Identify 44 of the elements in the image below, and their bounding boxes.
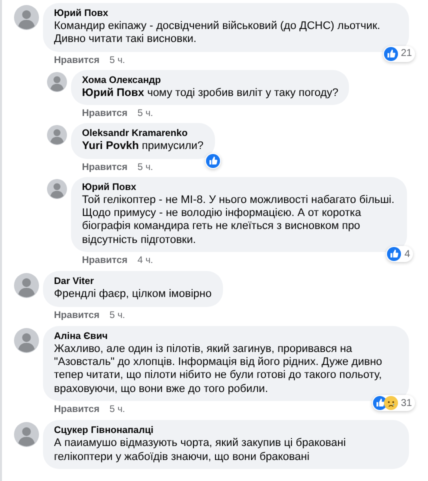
timestamp[interactable]: 5 ч.	[137, 162, 154, 174]
timestamp[interactable]: 5 ч.	[109, 404, 126, 416]
reaction-count: 31	[400, 398, 412, 409]
like-link[interactable]: Нравится	[82, 162, 128, 174]
sad-icon	[384, 396, 398, 410]
reaction-badge[interactable]	[204, 152, 221, 169]
like-link[interactable]: Нравится	[54, 54, 100, 67]
comment-text: А паиамушо відмазують чорта, який закупив ці браковані гелікоптери у жабоїдів знаючи, що вони браковані	[54, 437, 347, 464]
like-link[interactable]: Нравится	[82, 255, 128, 268]
avatar[interactable]	[47, 178, 67, 199]
comment-text: Френдлі фаєр, цілком імовірно	[54, 288, 212, 302]
comment-text: Командир екіпажу - досвідчений військовий (до ДСНС) льотчик. Дивно читати такі висновки.	[54, 20, 382, 47]
like-link[interactable]: Нравится	[54, 310, 100, 322]
comment-text: Yuri Povkh примусили?	[82, 140, 204, 154]
like-icon	[206, 154, 220, 168]
like-link[interactable]: Нравится	[54, 404, 100, 416]
timestamp[interactable]: 5 ч.	[109, 310, 126, 322]
avatar[interactable]	[47, 72, 67, 92]
author-name[interactable]: Dar Viter	[54, 275, 212, 288]
author-name[interactable]: Аліна Євич	[54, 330, 398, 343]
comment-text: Той гелікоптер - не МІ-8. У нього можливості набагато більші. Щодо примусу - не володію інформацією. А от коротка біографія командира геть не клеїться з висновком про відсутність підготовки.	[82, 194, 396, 248]
avatar[interactable]	[14, 422, 39, 448]
reaction-badge[interactable]: 31	[372, 395, 415, 412]
author-name[interactable]: Юрий Повх	[82, 180, 396, 194]
like-icon	[384, 46, 398, 61]
reaction-badge[interactable]: 4	[386, 246, 413, 262]
author-name[interactable]: Хома Олександр	[82, 74, 338, 87]
timestamp[interactable]: 5 ч.	[137, 108, 154, 120]
avatar[interactable]	[14, 328, 39, 353]
avatar[interactable]	[14, 5, 39, 30]
like-icon	[387, 247, 402, 262]
avatar[interactable]	[14, 273, 39, 298]
author-name[interactable]: Юрий Повх	[54, 7, 398, 20]
reaction-count: 21	[400, 48, 412, 60]
timestamp[interactable]: 5 ч.	[109, 54, 126, 67]
author-name[interactable]: Oleksandr Kramarenko	[82, 127, 204, 140]
comment-text: Жахливо, але один із пілотів, який загинув, проривався на "Азовсталь" до хлопців. Інформація від його рідних. Дуже дивно тепер читати, що пілоти нібито не були готові до такого польоту, враховуючи, що вони вже до того робили.	[54, 342, 384, 396]
reaction-count: 4	[404, 248, 410, 260]
author-name[interactable]: Сцукер Гівнонапалці	[54, 424, 398, 438]
reaction-badge[interactable]: 21	[382, 46, 415, 62]
comment-text: Юрий Повх чому тоді зробив виліт у таку погоду?	[82, 86, 338, 100]
avatar[interactable]	[47, 125, 67, 146]
timestamp[interactable]: 4 ч.	[137, 255, 154, 268]
like-link[interactable]: Нравится	[82, 108, 128, 120]
